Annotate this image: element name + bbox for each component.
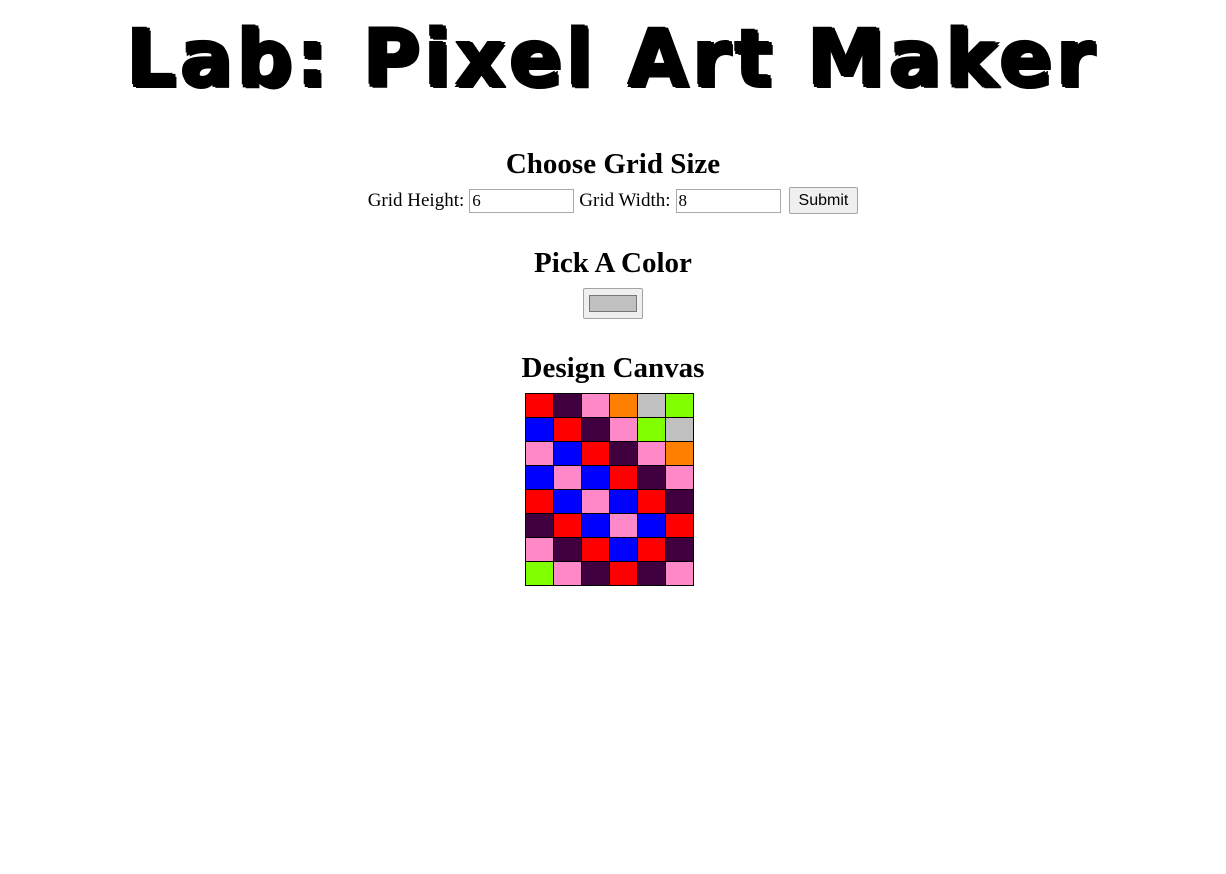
canvas-cell[interactable]: [553, 441, 582, 466]
canvas-cell[interactable]: [525, 441, 554, 466]
canvas-row: [525, 441, 694, 466]
canvas-cell[interactable]: [553, 393, 582, 418]
canvas-cell[interactable]: [581, 465, 610, 490]
canvas-cell[interactable]: [609, 537, 638, 562]
canvas-cell[interactable]: [581, 441, 610, 466]
canvas-row: [525, 417, 694, 442]
canvas-cell[interactable]: [581, 489, 610, 514]
color-swatch: [589, 295, 637, 312]
pixel-canvas: [525, 393, 694, 586]
grid-height-label: Grid Height:: [367, 189, 465, 211]
canvas-cell[interactable]: [665, 441, 694, 466]
canvas-cell[interactable]: [609, 489, 638, 514]
canvas-cell[interactable]: [637, 393, 666, 418]
canvas-cell[interactable]: [609, 393, 638, 418]
canvas-cell[interactable]: [637, 513, 666, 538]
canvas-row: [525, 537, 694, 562]
page-title: Lab: Pixel Art Maker: [0, 17, 1226, 103]
canvas-cell[interactable]: [665, 489, 694, 514]
canvas-cell[interactable]: [665, 537, 694, 562]
canvas-row: [525, 489, 694, 514]
canvas-cell[interactable]: [553, 513, 582, 538]
canvas-row: [525, 465, 694, 490]
canvas-cell[interactable]: [553, 417, 582, 442]
canvas-cell[interactable]: [665, 417, 694, 442]
canvas-row: [525, 561, 694, 586]
canvas-cell[interactable]: [609, 417, 638, 442]
grid-size-section: Choose Grid Size Grid Height: Grid Width…: [0, 147, 1226, 214]
canvas-cell[interactable]: [665, 465, 694, 490]
canvas-cell[interactable]: [665, 513, 694, 538]
canvas-cell[interactable]: [581, 417, 610, 442]
design-canvas-section: Design Canvas: [0, 351, 1226, 385]
canvas-cell[interactable]: [553, 561, 582, 586]
size-picker-form: Grid Height: Grid Width: Submit: [0, 187, 1226, 214]
canvas-cell[interactable]: [665, 393, 694, 418]
canvas-cell[interactable]: [525, 537, 554, 562]
canvas-cell[interactable]: [637, 465, 666, 490]
grid-height-input[interactable]: [469, 188, 575, 213]
submit-button[interactable]: Submit: [788, 187, 859, 214]
canvas-cell[interactable]: [637, 417, 666, 442]
grid-width-label: Grid Width:: [579, 189, 671, 211]
color-picker-section: Pick A Color: [0, 246, 1226, 324]
canvas-cell[interactable]: [609, 441, 638, 466]
canvas-cell[interactable]: [581, 513, 610, 538]
canvas-cell[interactable]: [637, 537, 666, 562]
canvas-cell[interactable]: [581, 561, 610, 586]
canvas-cell[interactable]: [525, 465, 554, 490]
canvas-cell[interactable]: [553, 489, 582, 514]
canvas-cell[interactable]: [525, 417, 554, 442]
grid-width-input[interactable]: [675, 188, 781, 213]
canvas-cell[interactable]: [609, 465, 638, 490]
canvas-cell[interactable]: [581, 537, 610, 562]
canvas-cell[interactable]: [665, 561, 694, 586]
canvas-cell[interactable]: [525, 561, 554, 586]
canvas-cell[interactable]: [553, 465, 582, 490]
grid-size-heading: Choose Grid Size: [505, 148, 721, 180]
canvas-row: [525, 393, 694, 418]
color-picker-button[interactable]: [583, 288, 643, 319]
canvas-cell[interactable]: [525, 393, 554, 418]
design-canvas-heading: Design Canvas: [521, 352, 705, 384]
color-picker-heading: Pick A Color: [534, 247, 692, 279]
canvas-row: [525, 513, 694, 538]
canvas-cell[interactable]: [609, 561, 638, 586]
canvas-cell[interactable]: [525, 513, 554, 538]
canvas-cell[interactable]: [553, 537, 582, 562]
canvas-cell[interactable]: [637, 441, 666, 466]
canvas-cell[interactable]: [609, 513, 638, 538]
canvas-cell[interactable]: [637, 489, 666, 514]
canvas-cell[interactable]: [525, 489, 554, 514]
canvas-cell[interactable]: [637, 561, 666, 586]
canvas-cell[interactable]: [581, 393, 610, 418]
page-header: Lab: Pixel Art Maker: [0, 17, 1226, 103]
